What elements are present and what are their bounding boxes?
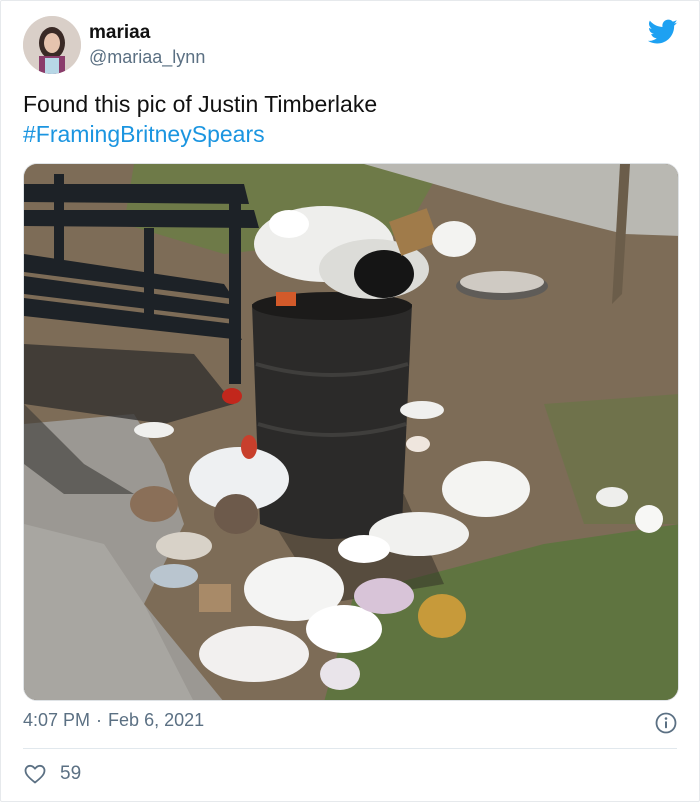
heart-icon[interactable] (23, 762, 47, 786)
like-button[interactable]: 59 (23, 761, 81, 787)
like-count: 59 (60, 763, 82, 784)
hashtag-link[interactable]: #FramingBritneySpears (23, 119, 377, 149)
tweet-card: mariaa @mariaa_lynn Found this pic of Ju… (0, 0, 700, 802)
tweet-text: Found this pic of Justin Timberlake (23, 91, 378, 117)
info-icon[interactable] (655, 712, 677, 734)
author-handle[interactable]: @mariaa_lynn (89, 47, 205, 68)
timestamp-separator: · (96, 710, 103, 730)
tweet-photo[interactable] (23, 163, 679, 701)
author-name[interactable]: mariaa (89, 22, 150, 44)
timestamp-date: Feb 6, 2021 (108, 710, 205, 730)
twitter-bird-icon[interactable] (647, 19, 678, 45)
tweet-body: Found this pic of Justin Timberlake #Fra… (23, 89, 377, 149)
avatar[interactable] (23, 16, 81, 74)
timestamp-time: 4:07 PM (23, 710, 91, 730)
tweet-timestamp[interactable]: 4:07 PM · Feb 6, 2021 (23, 710, 204, 731)
divider (23, 748, 677, 749)
